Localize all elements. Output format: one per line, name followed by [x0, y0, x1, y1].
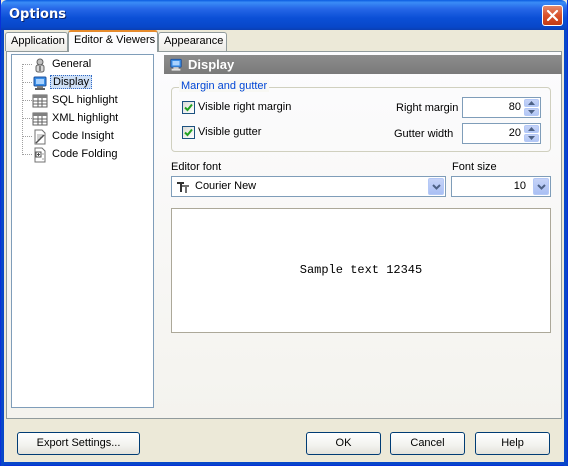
- window-border-right: [564, 30, 567, 466]
- editor-font-value: Courier New: [195, 180, 257, 192]
- editor-font-label: Editor font: [171, 161, 222, 173]
- gutter-width-up-button[interactable]: [524, 125, 539, 133]
- tab-appearance[interactable]: Appearance: [158, 32, 227, 51]
- tree-item-display[interactable]: Display: [12, 74, 153, 92]
- right-margin-label: Right margin: [396, 102, 459, 114]
- options-dialog: Options Application Editor & Viewers App…: [0, 0, 568, 466]
- gutter-width-down-button[interactable]: [524, 134, 539, 142]
- editor-font-combobox[interactable]: Courier New: [171, 176, 446, 197]
- cancel-button[interactable]: Cancel: [390, 432, 465, 455]
- chevron-down-icon: [537, 184, 546, 190]
- tree-item-label: General: [52, 58, 92, 70]
- close-button[interactable]: [542, 5, 563, 26]
- font-size-dropdown-button[interactable]: [533, 178, 549, 195]
- tree-item-label: SQL highlight: [52, 94, 118, 106]
- code-insight-icon: [34, 129, 46, 145]
- tree-item-label: Display: [50, 75, 93, 89]
- window-title: Options: [9, 7, 66, 22]
- font-size-combobox[interactable]: 10: [451, 176, 551, 197]
- tab-appearance-label: Appearance: [164, 35, 224, 47]
- visible-right-margin-checkbox[interactable]: [182, 101, 195, 114]
- font-size-value: 10: [513, 180, 526, 192]
- tree-item-sql-highlight[interactable]: SQL highlight: [12, 92, 153, 110]
- checkmark-icon: [184, 128, 193, 137]
- grid-icon: [32, 94, 48, 108]
- tree-item-code-insight[interactable]: Code Insight: [12, 128, 153, 146]
- tree-item-label: XML highlight: [52, 112, 119, 124]
- gutter-width-value: 20: [508, 127, 521, 139]
- tab-application-label: Application: [11, 35, 65, 47]
- export-settings-label: Export Settings...: [36, 437, 121, 449]
- right-margin-spinbox[interactable]: 80: [462, 97, 541, 118]
- visible-gutter-checkbox[interactable]: [182, 126, 195, 139]
- font-size-label: Font size: [452, 161, 497, 173]
- tab-editor-viewers[interactable]: Editor & Viewers: [68, 30, 158, 52]
- window-border-bottom: [1, 462, 568, 465]
- options-tree[interactable]: General Display SQL highlight XML highli…: [11, 54, 154, 408]
- arrow-up-icon: [528, 127, 535, 131]
- tree-item-xml-highlight[interactable]: XML highlight: [12, 110, 153, 128]
- chevron-down-icon: [432, 184, 441, 190]
- display-icon: [170, 58, 182, 71]
- tree-item-general[interactable]: General: [12, 56, 153, 74]
- grid-icon: [32, 112, 48, 126]
- tree-item-label: Code Folding: [52, 148, 118, 160]
- tree-item-label: Code Insight: [52, 130, 114, 142]
- tree-item-code-folding[interactable]: Code Folding: [12, 146, 153, 164]
- arrow-up-icon: [528, 101, 535, 105]
- export-settings-button[interactable]: Export Settings...: [17, 432, 140, 455]
- gutter-width-label: Gutter width: [394, 128, 454, 140]
- visible-gutter-label[interactable]: Visible gutter: [198, 126, 261, 138]
- visible-right-margin-label[interactable]: Visible right margin: [198, 101, 291, 113]
- help-button[interactable]: Help: [475, 432, 550, 455]
- title-bar[interactable]: Options: [1, 0, 567, 30]
- preview-text: Sample text 12345: [299, 263, 423, 277]
- gutter-width-spinbox[interactable]: 20: [462, 123, 541, 144]
- right-margin-value: 80: [508, 101, 521, 113]
- display-icon: [33, 76, 47, 90]
- font-preview-box: Sample text 12345: [171, 208, 551, 333]
- cancel-label: Cancel: [410, 437, 445, 449]
- checkmark-icon: [184, 103, 193, 112]
- right-margin-down-button[interactable]: [524, 108, 539, 116]
- truetype-font-icon: [177, 182, 189, 193]
- arrow-down-icon: [528, 136, 535, 140]
- arrow-down-icon: [528, 110, 535, 114]
- code-folding-icon: [34, 147, 46, 163]
- window-border-left: [1, 30, 4, 466]
- panel-title: Display: [188, 57, 235, 72]
- general-icon: [35, 58, 45, 73]
- panel-header: Display: [164, 55, 562, 74]
- right-margin-up-button[interactable]: [524, 99, 539, 107]
- tab-editor-viewers-label: Editor & Viewers: [74, 34, 156, 46]
- close-icon: [546, 9, 559, 22]
- ok-label: OK: [335, 437, 352, 449]
- ok-button[interactable]: OK: [306, 432, 381, 455]
- help-label: Help: [501, 437, 524, 449]
- editor-font-dropdown-button[interactable]: [428, 178, 444, 195]
- group-caption: Margin and gutter: [179, 80, 270, 92]
- tab-application[interactable]: Application: [5, 32, 68, 51]
